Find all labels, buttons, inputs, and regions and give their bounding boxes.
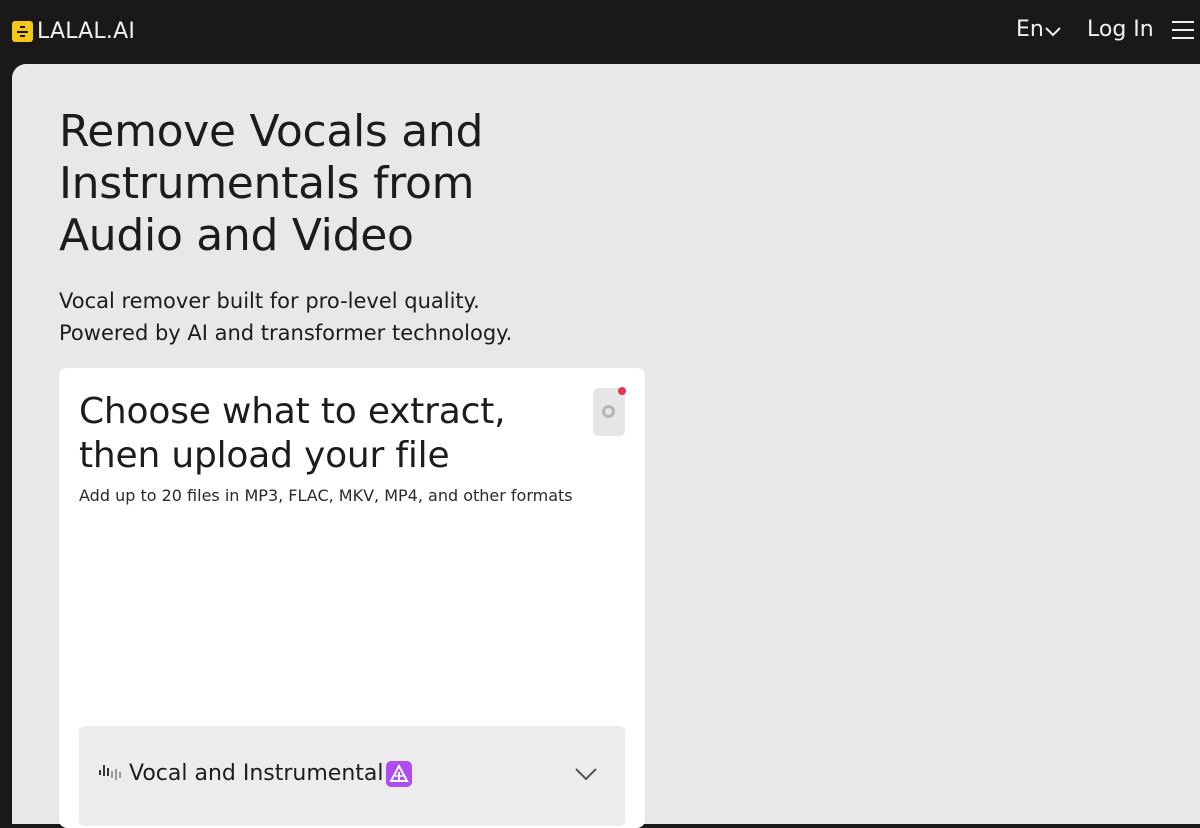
main-content: Remove Vocals and Instrumentals from Aud… bbox=[12, 64, 1200, 828]
logo-icon bbox=[12, 20, 33, 42]
premium-badge-icon bbox=[386, 761, 412, 787]
separation-type-label: Vocal and Instrumental bbox=[129, 761, 384, 786]
separation-type-select[interactable]: Vocal and Instrumental bbox=[79, 726, 625, 826]
logo-link[interactable]: LALAL.AI bbox=[12, 18, 135, 44]
upload-card-title: Choose what to extract, then upload your… bbox=[79, 391, 506, 476]
chevron-down-icon bbox=[1045, 26, 1061, 36]
language-selector[interactable]: En bbox=[1016, 17, 1061, 42]
logo-text: LALAL.AI bbox=[37, 18, 136, 44]
notification-dot bbox=[618, 387, 626, 395]
upload-card: Choose what to extract, then upload your… bbox=[59, 368, 645, 828]
gear-icon bbox=[602, 405, 615, 418]
page-subtitle: Vocal remover built for pro-level qualit… bbox=[59, 285, 619, 349]
supported-formats-note: Add up to 20 files in MP3, FLAC, MKV, MP… bbox=[79, 486, 573, 505]
language-label: En bbox=[1016, 17, 1044, 42]
login-link[interactable]: Log In bbox=[1087, 17, 1154, 42]
top-navigation-bar: LALAL.AI En Log In bbox=[0, 0, 1200, 64]
page-title: Remove Vocals and Instrumentals from Aud… bbox=[59, 106, 484, 261]
waveform-icon bbox=[99, 765, 121, 780]
chevron-down-icon bbox=[575, 768, 597, 781]
settings-button[interactable] bbox=[593, 387, 626, 436]
subtitle-line-1: Vocal remover built for pro-level qualit… bbox=[59, 289, 480, 313]
hamburger-menu-icon[interactable] bbox=[1172, 20, 1194, 40]
subtitle-line-2: Powered by AI and transformer technology… bbox=[59, 321, 513, 345]
